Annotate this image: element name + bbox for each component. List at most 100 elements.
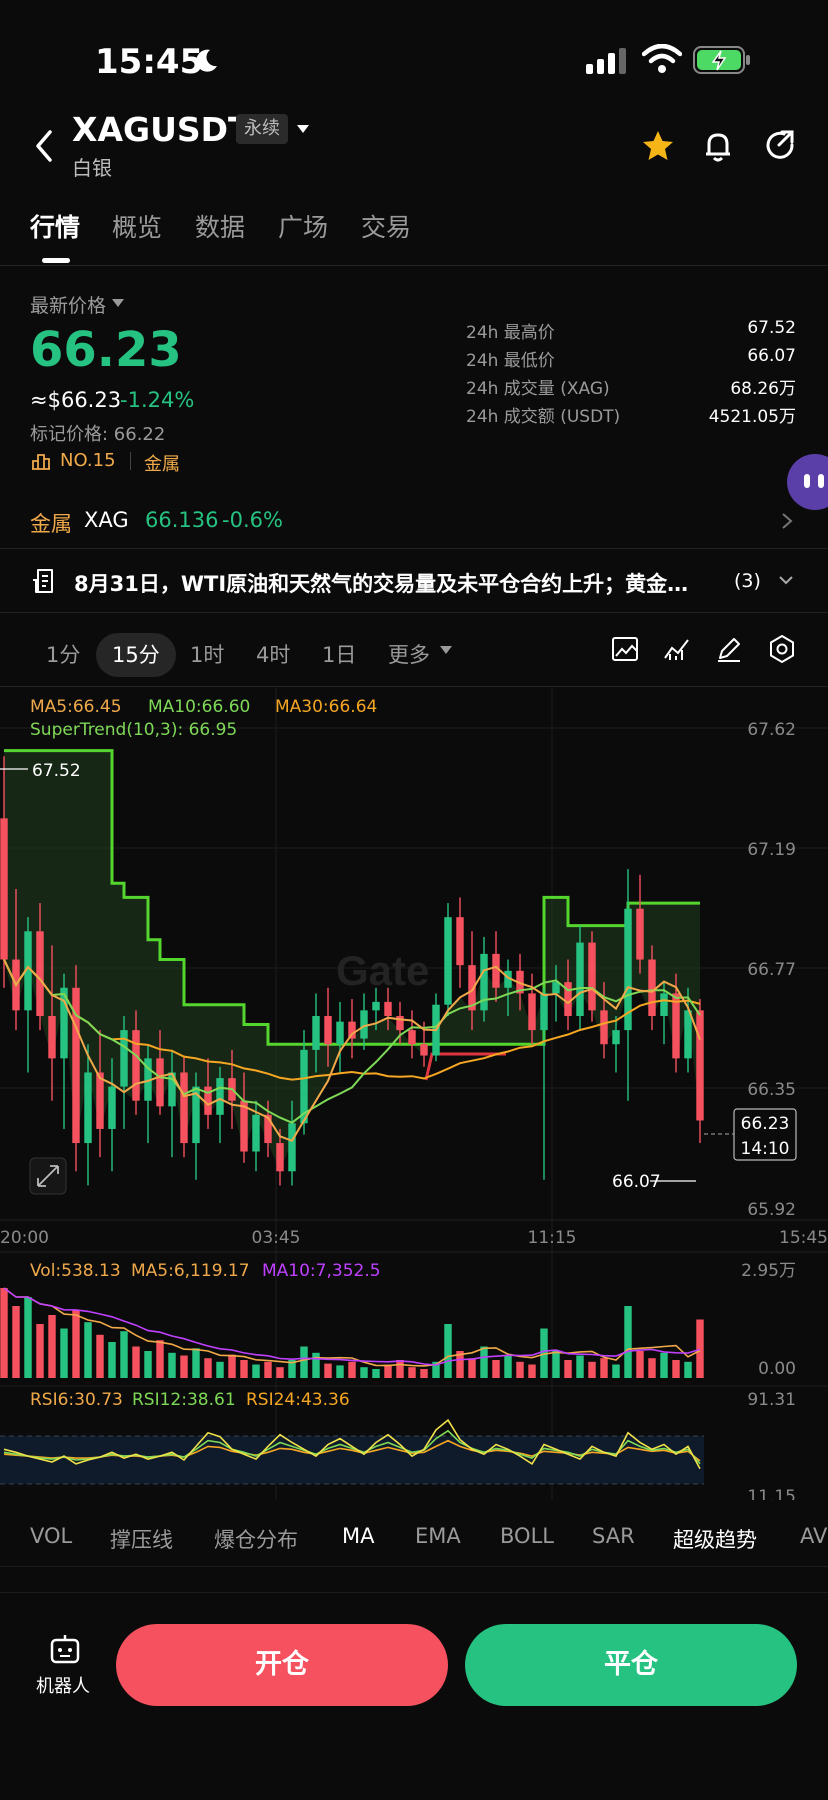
expand-icon[interactable] (29, 1157, 67, 1195)
price-axis-label: 66.35 (747, 1080, 796, 1100)
candle-body (540, 993, 548, 1031)
candle-body (372, 1001, 380, 1011)
back-arrow-icon[interactable] (28, 126, 64, 166)
volume-bar (228, 1354, 236, 1378)
candle-body (156, 1058, 164, 1107)
tab-trade[interactable]: 交易 (361, 208, 411, 244)
interval-1d[interactable]: 1日 (322, 633, 356, 677)
chart-image-icon[interactable] (610, 634, 640, 664)
volume-bar (384, 1364, 392, 1378)
settings-hex-icon[interactable] (767, 634, 797, 664)
volume-bar (624, 1306, 632, 1378)
candle-body (336, 1021, 344, 1045)
volume-bar (300, 1346, 308, 1378)
candle-body (600, 1010, 608, 1045)
volume-bar (588, 1361, 596, 1378)
indicator-divider (0, 1566, 828, 1567)
watermark-logo: Gate (336, 947, 429, 994)
wifi-icon (642, 44, 682, 73)
volume-bar (492, 1360, 500, 1378)
pair-title[interactable]: XAGUSDT (72, 110, 251, 149)
volume-bar (120, 1331, 128, 1378)
candle-body (48, 1016, 56, 1059)
chevron-down-icon[interactable] (778, 574, 794, 586)
close-position-button[interactable]: 平仓 (465, 1624, 797, 1706)
volume-bar (396, 1360, 404, 1378)
rank-label[interactable]: NO.15 (60, 450, 116, 471)
supertrend-legend: SuperTrend(10,3): 66.95 (30, 720, 237, 740)
assistant-bubble-icon[interactable] (787, 454, 828, 510)
share-icon[interactable] (762, 128, 798, 164)
news-divider (0, 612, 828, 613)
tab-square[interactable]: 广场 (278, 208, 328, 244)
countdown-label: 14:10 (741, 1139, 790, 1159)
indicator-ma[interactable]: MA (342, 1524, 374, 1548)
indicator-boll[interactable]: BOLL (500, 1524, 554, 1548)
metal-label[interactable]: 金属 (30, 508, 72, 538)
open-position-button[interactable]: 开仓 (116, 1624, 448, 1706)
bell-icon[interactable] (700, 128, 736, 164)
candle-body (384, 1001, 392, 1016)
volume-bar (156, 1340, 164, 1378)
candle-body (420, 1044, 428, 1056)
category-tag[interactable]: 金属 (144, 450, 180, 476)
volume-bar (72, 1310, 80, 1378)
candle-body (648, 959, 656, 1016)
vol-axis-label: 2.95万 (741, 1261, 796, 1281)
stat-high-label: 24h 最高价 (466, 323, 555, 343)
robot-icon[interactable] (48, 1632, 82, 1666)
interval-more[interactable]: 更多 (388, 633, 430, 677)
price-chart[interactable]: Gate 67.62 67.19 66.77 66.35 65.92 MA5:6… (0, 688, 828, 1500)
volume-bar (192, 1348, 200, 1378)
volume-bar (528, 1364, 536, 1378)
indicator-icon[interactable] (662, 634, 692, 664)
volume-bar (552, 1351, 560, 1378)
metal-code[interactable]: XAG (84, 508, 129, 532)
volume-bar (240, 1360, 248, 1378)
interval-1h[interactable]: 1时 (190, 633, 224, 677)
chevron-right-icon[interactable] (780, 512, 794, 530)
interval-1m[interactable]: 1分 (46, 633, 80, 677)
volume-bar (564, 1360, 572, 1378)
pair-subtitle: 白银 (72, 156, 112, 180)
favorite-star-icon[interactable] (640, 128, 676, 164)
current-price-label: 66.23 (741, 1114, 790, 1134)
tab-active-indicator (42, 258, 70, 263)
indicator-support-resistance[interactable]: 撑压线 (110, 1524, 173, 1554)
caret-down-icon[interactable] (440, 646, 452, 654)
robot-label[interactable]: 机器人 (36, 1672, 90, 1698)
indicator-supertrend[interactable]: 超级趋势 (673, 1524, 757, 1554)
volume-bar (276, 1367, 284, 1378)
tab-market[interactable]: 行情 (30, 208, 80, 244)
interval-4h[interactable]: 4时 (256, 633, 290, 677)
indicator-vol[interactable]: VOL (30, 1524, 72, 1548)
latest-price-label[interactable]: 最新价格 (30, 291, 106, 318)
interval-15m[interactable]: 15分 (96, 633, 176, 677)
volume-bar (516, 1361, 524, 1378)
high-marker-label: 67.52 (32, 761, 81, 781)
volume-bar (60, 1328, 68, 1378)
volume-bar (660, 1352, 668, 1378)
volume-bar (168, 1352, 176, 1378)
tab-overview[interactable]: 概览 (112, 208, 162, 244)
candle-body (588, 942, 596, 1011)
volume-bar (180, 1355, 188, 1378)
indicator-liquidation[interactable]: 爆仓分布 (214, 1524, 298, 1554)
tab-data[interactable]: 数据 (195, 208, 245, 244)
volume-bar (0, 1288, 8, 1378)
mark-price: 标记价格: 66.22 (30, 424, 166, 445)
indicator-av[interactable]: AV (800, 1524, 827, 1548)
volume-bar (612, 1364, 620, 1378)
volume-bar (216, 1361, 224, 1378)
bottom-divider (0, 1592, 828, 1593)
pair-dropdown-icon[interactable] (296, 124, 310, 134)
indicator-sar[interactable]: SAR (592, 1524, 635, 1548)
caret-down-icon[interactable] (112, 299, 124, 307)
rsi6-legend: RSI6:30.73 (30, 1390, 123, 1410)
volume-bar (84, 1322, 92, 1378)
metal-change: -0.6% (222, 508, 283, 532)
contract-type-badge: 永续 (236, 114, 288, 144)
news-headline[interactable]: 8月31日，WTI原油和天然气的交易量及未平仓合约上升；黄金… (74, 568, 688, 598)
draw-pencil-icon[interactable] (714, 634, 744, 664)
indicator-ema[interactable]: EMA (415, 1524, 461, 1548)
